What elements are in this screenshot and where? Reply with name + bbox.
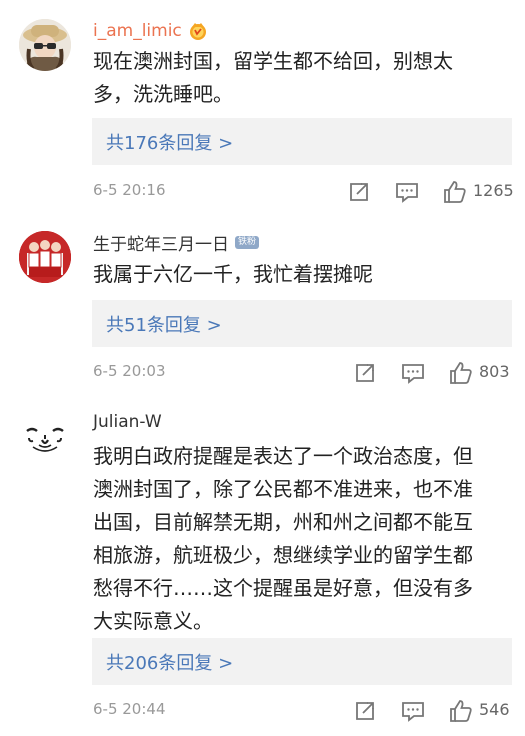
timestamp: 6-5 20:03 bbox=[93, 362, 166, 380]
like-count: 546 bbox=[479, 700, 510, 719]
reply-thread-link[interactable]: 共176条回复 > bbox=[92, 118, 512, 165]
thumbs-up-icon[interactable] bbox=[448, 360, 474, 386]
timestamp: 6-5 20:44 bbox=[93, 700, 166, 718]
fan-badge: 铁粉 bbox=[235, 235, 260, 249]
comment-item: i_am_limic 现在澳洲封国，留学生都不给回，别想太 多，洗洗睡吧。 共1… bbox=[0, 0, 525, 220]
reply-thread-link[interactable]: 共51条回复 > bbox=[92, 300, 512, 347]
thumbs-up-icon[interactable] bbox=[448, 698, 474, 724]
avatar[interactable] bbox=[19, 411, 71, 463]
comment-icon[interactable] bbox=[400, 698, 426, 724]
share-icon[interactable] bbox=[352, 698, 378, 724]
timestamp: 6-5 20:16 bbox=[93, 181, 166, 199]
username-row: 生于蛇年三月一日 铁粉 bbox=[93, 230, 260, 255]
vip-badge-icon bbox=[188, 21, 208, 41]
comment-text: 我属于六亿一千，我忙着摆摊呢 bbox=[93, 262, 373, 286]
avatar[interactable] bbox=[19, 231, 71, 283]
avatar-photo bbox=[19, 19, 71, 71]
username[interactable]: 生于蛇年三月一日 bbox=[93, 230, 229, 255]
comment-icon[interactable] bbox=[400, 360, 426, 386]
comment-text: 现在澳洲封国，留学生都不给回，别想太 多，洗洗睡吧。 bbox=[93, 49, 453, 106]
like-count: 1265 bbox=[473, 181, 514, 200]
reply-count-link[interactable]: 共176条回复 > bbox=[106, 129, 233, 155]
thumbs-up-icon[interactable] bbox=[442, 179, 468, 205]
like-count: 803 bbox=[479, 362, 510, 381]
avatar-photo bbox=[20, 412, 70, 462]
username-row: i_am_limic bbox=[93, 20, 208, 42]
comment-footer: 6-5 20:16 1265 bbox=[0, 179, 525, 205]
share-icon[interactable] bbox=[346, 179, 372, 205]
avatar[interactable] bbox=[19, 19, 71, 71]
reply-count-link[interactable]: 共206条回复 > bbox=[106, 649, 233, 675]
comment-item: Julian-W 我明白政府提醒是表达了一个政治态度，但 澳洲封国了，除了公民都… bbox=[0, 400, 525, 736]
comment-icon[interactable] bbox=[394, 179, 420, 205]
share-icon[interactable] bbox=[352, 360, 378, 386]
reply-count-link[interactable]: 共51条回复 > bbox=[106, 311, 222, 337]
comment-item: 生于蛇年三月一日 铁粉 我属于六亿一千，我忙着摆摊呢 共51条回复 > 6-5 … bbox=[0, 220, 525, 400]
username-row: Julian-W bbox=[93, 411, 162, 433]
avatar-photo bbox=[19, 231, 71, 283]
comment-text: 我明白政府提醒是表达了一个政治态度，但 澳洲封国了，除了公民都不准进来，也不准 … bbox=[93, 444, 473, 633]
comment-footer: 6-5 20:44 546 bbox=[0, 698, 525, 724]
username[interactable]: Julian-W bbox=[93, 412, 162, 432]
username[interactable]: i_am_limic bbox=[93, 21, 182, 41]
comment-footer: 6-5 20:03 803 bbox=[0, 360, 525, 386]
reply-thread-link[interactable]: 共206条回复 > bbox=[92, 638, 512, 685]
